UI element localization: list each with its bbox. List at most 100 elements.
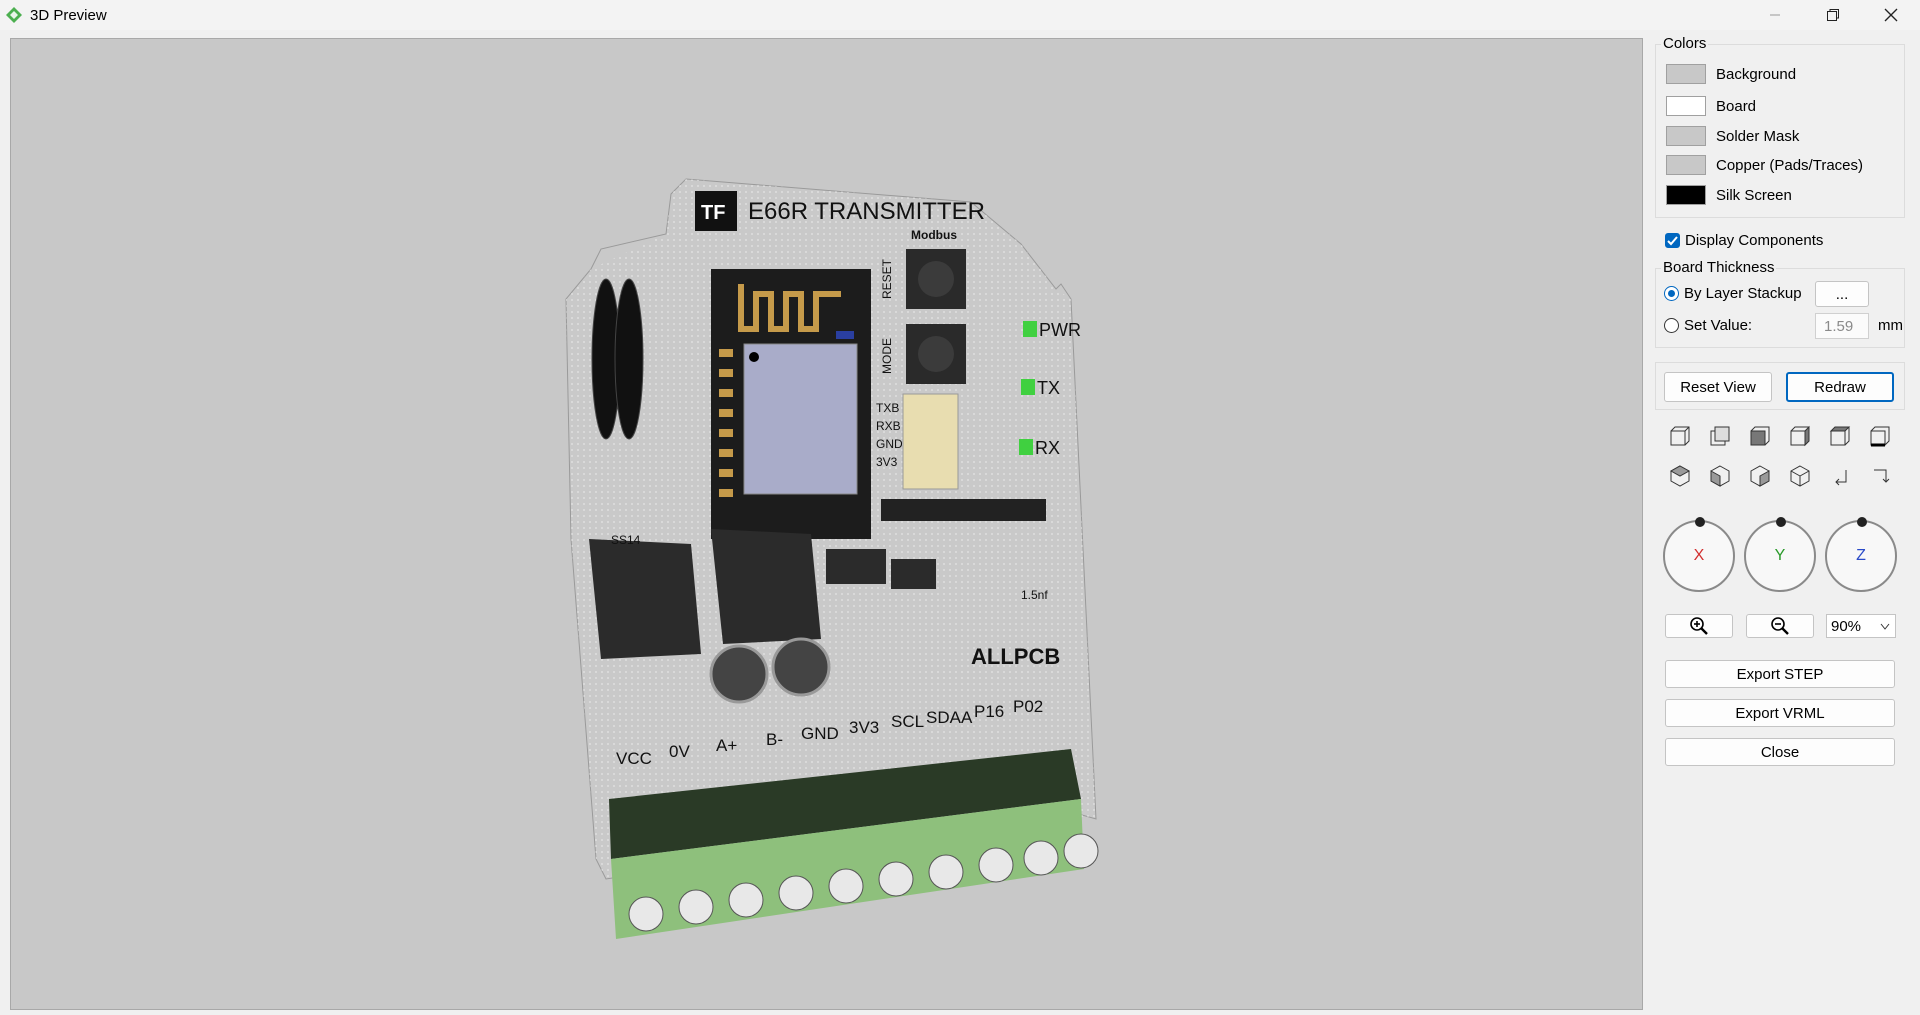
y-dial-knob[interactable] — [1776, 517, 1786, 527]
thickness-value-input[interactable]: 1.59 — [1815, 313, 1869, 339]
minimize-icon — [1770, 14, 1780, 16]
background-color-swatch[interactable] — [1666, 64, 1706, 84]
view-actions-group: Reset View Redraw — [1655, 362, 1905, 410]
background-color-label: Background — [1716, 65, 1797, 83]
solder-mask-color-swatch[interactable] — [1666, 126, 1706, 146]
terminal-label-5: 3V3 — [849, 718, 879, 737]
silk-screen-color-swatch[interactable] — [1666, 185, 1706, 205]
silk-screen-color-label: Silk Screen — [1716, 186, 1792, 204]
terminal-label-7: SDAA — [926, 708, 973, 727]
iso-1-icon[interactable] — [1666, 462, 1694, 490]
set-value-radio[interactable] — [1664, 318, 1679, 333]
chevron-down-icon — [1880, 623, 1890, 630]
pwr-label: PWR — [1039, 320, 1081, 340]
rxb-label: RXB — [876, 419, 901, 433]
terminal-label-6: SCL — [891, 712, 924, 731]
color-row-copper[interactable]: Copper (Pads/Traces) — [1666, 153, 1863, 177]
display-components-checkbox-row[interactable]: Display Components — [1665, 232, 1823, 249]
close-button[interactable]: Close — [1665, 738, 1895, 766]
iso-3-icon[interactable] — [1746, 462, 1774, 490]
cube-front-icon[interactable] — [1666, 422, 1694, 450]
pcb-logo: TF — [701, 202, 725, 224]
terminal-label-1: 0V — [669, 742, 690, 761]
board-thickness-group: Board Thickness By Layer Stackup ... Set… — [1655, 259, 1905, 348]
zoom-value: 90% — [1831, 617, 1862, 635]
close-window-button[interactable] — [1862, 0, 1920, 30]
reset-label: RESET — [880, 258, 894, 299]
x-axis-dial[interactable]: X — [1663, 517, 1735, 592]
cube-bottom-icon[interactable] — [1866, 422, 1894, 450]
cube-left-icon[interactable] — [1746, 422, 1774, 450]
layer-stackup-button[interactable]: ... — [1815, 281, 1869, 307]
restore-icon — [1827, 9, 1839, 21]
zoom-in-icon — [1690, 617, 1708, 635]
terminal-label-9: P02 — [1013, 697, 1043, 716]
txb-label: TXB — [876, 401, 899, 415]
rotate-right-icon[interactable] — [1866, 462, 1894, 490]
f15-label: 1.5nf — [1021, 588, 1048, 602]
set-value-label: Set Value: — [1684, 317, 1753, 334]
z-axis-label: Z — [1856, 547, 1866, 564]
y-axis-label: Y — [1774, 547, 1786, 564]
zoom-in-button[interactable] — [1665, 614, 1733, 638]
z-dial-knob[interactable] — [1857, 517, 1867, 527]
color-row-background[interactable]: Background — [1666, 62, 1796, 86]
y-axis-dial[interactable]: Y — [1744, 517, 1816, 592]
export-step-button[interactable]: Export STEP — [1665, 660, 1895, 688]
x-axis-label: X — [1693, 547, 1705, 564]
zoom-out-button[interactable] — [1746, 614, 1814, 638]
x-dial-knob[interactable] — [1695, 517, 1705, 527]
colors-group: Colors Background Board Solder Mask Copp… — [1655, 35, 1905, 218]
pcb-3d-model: TF E66R TRANSMITTER Modbus RESET MODE PW… — [565, 178, 1099, 939]
by-layer-stackup-radio[interactable] — [1664, 286, 1679, 301]
redraw-button[interactable]: Redraw — [1786, 372, 1894, 402]
by-layer-stackup-option[interactable]: By Layer Stackup — [1664, 285, 1802, 302]
display-components-label: Display Components — [1685, 232, 1824, 249]
terminal-label-0: VCC — [616, 749, 652, 768]
pcb-title: E66R TRANSMITTER — [748, 198, 985, 225]
rotate-left-icon[interactable] — [1826, 462, 1854, 490]
pcb-modbus-label: Modbus — [911, 228, 957, 242]
checkmark-icon — [1667, 236, 1678, 246]
by-layer-stackup-label: By Layer Stackup — [1684, 285, 1802, 302]
rx-label: RX — [1035, 438, 1060, 458]
iso-4-icon[interactable] — [1786, 462, 1814, 490]
board-color-swatch[interactable] — [1666, 96, 1706, 116]
terminal-label-2: A+ — [716, 736, 737, 755]
copper-color-label: Copper (Pads/Traces) — [1716, 156, 1863, 174]
allpcb-label: ALLPCB — [971, 644, 1060, 669]
cube-back-icon[interactable] — [1706, 422, 1734, 450]
cube-right-icon[interactable] — [1786, 422, 1814, 450]
terminal-label-3: B- — [766, 730, 783, 749]
copper-color-swatch[interactable] — [1666, 155, 1706, 175]
solder-mask-color-label: Solder Mask — [1716, 127, 1800, 145]
v3-label: 3V3 — [876, 455, 898, 469]
thickness-unit-label: mm — [1878, 317, 1903, 334]
set-value-option[interactable]: Set Value: — [1664, 317, 1752, 334]
minimize-button[interactable] — [1746, 0, 1804, 30]
z-axis-dial[interactable]: Z — [1825, 517, 1897, 592]
cube-top-icon[interactable] — [1826, 422, 1854, 450]
settings-panel: Colors Background Board Solder Mask Copp… — [1655, 32, 1920, 1015]
mode-label: MODE — [880, 338, 894, 374]
ss14-label: SS14 — [611, 533, 641, 547]
close-icon — [1884, 8, 1898, 22]
color-row-silk-screen[interactable]: Silk Screen — [1666, 183, 1792, 207]
iso-2-icon[interactable] — [1706, 462, 1734, 490]
zoom-select[interactable]: 90% — [1826, 614, 1896, 638]
title-bar: 3D Preview — [0, 0, 1920, 30]
terminal-label-8: P16 — [974, 702, 1004, 721]
color-row-solder-mask[interactable]: Solder Mask — [1666, 124, 1799, 148]
window-title: 3D Preview — [30, 6, 107, 24]
3d-viewport[interactable]: TF E66R TRANSMITTER Modbus RESET MODE PW… — [10, 38, 1643, 1010]
tx-label: TX — [1037, 378, 1060, 398]
app-logo-icon — [6, 7, 22, 23]
color-row-board[interactable]: Board — [1666, 94, 1756, 118]
board-color-label: Board — [1716, 97, 1757, 115]
restore-button[interactable] — [1804, 0, 1862, 30]
display-components-checkbox[interactable] — [1665, 233, 1680, 248]
export-vrml-button[interactable]: Export VRML — [1665, 699, 1895, 727]
colors-group-title: Colors — [1661, 35, 1709, 52]
gnd-label: GND — [876, 437, 903, 451]
reset-view-button[interactable]: Reset View — [1664, 372, 1772, 402]
